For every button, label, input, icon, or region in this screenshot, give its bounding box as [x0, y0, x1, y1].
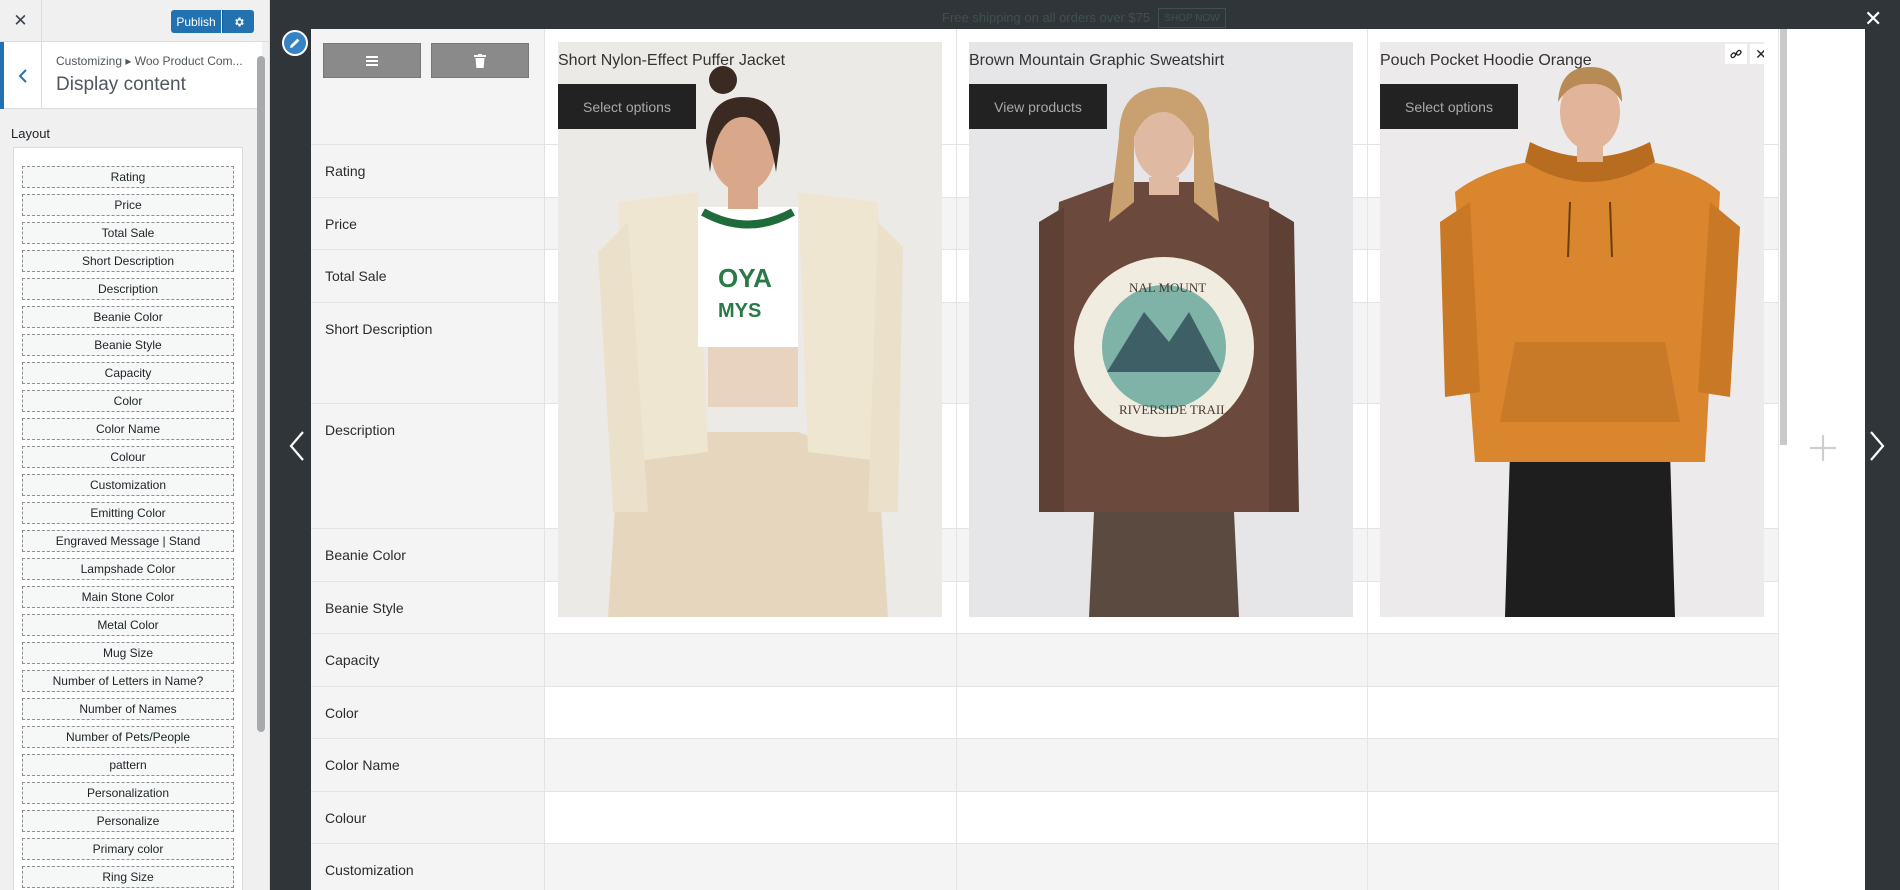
- product-card: OYA MYS Short Nylon-Effect Puffer Jacket…: [558, 42, 942, 617]
- pencil-icon: [290, 38, 300, 48]
- section-header: Customizing ▸ Woo Product Com... Display…: [0, 42, 262, 109]
- add-product-button[interactable]: [1808, 433, 1838, 468]
- gear-icon: [234, 17, 244, 26]
- previous-product-button[interactable]: [288, 430, 306, 467]
- row-background: [545, 844, 1779, 890]
- select-options-button[interactable]: Select options: [1380, 84, 1518, 129]
- row-label: Colour: [325, 810, 367, 826]
- layout-item[interactable]: Number of Names: [22, 698, 234, 720]
- layout-item[interactable]: Total Sale: [22, 222, 234, 244]
- row-background: [545, 739, 1779, 791]
- trash-icon: [474, 53, 486, 68]
- row-label: Price: [325, 216, 357, 232]
- row-label: Rating: [325, 163, 366, 179]
- product-card: Pouch Pocket Hoodie Orange Select option…: [1380, 42, 1764, 617]
- layout-item[interactable]: Personalize: [22, 810, 234, 832]
- layout-item[interactable]: Color: [22, 390, 234, 412]
- layout-item[interactable]: Beanie Style: [22, 334, 234, 356]
- edit-shortcut-button[interactable]: [282, 30, 308, 56]
- column-divider: [956, 29, 957, 890]
- publish-settings-button[interactable]: [222, 10, 254, 33]
- compare-table: Rating Price Total Sale Short Description De…: [311, 29, 1779, 890]
- chevron-left-icon: [18, 68, 27, 83]
- row-label: Color Name: [325, 757, 400, 773]
- layout-item[interactable]: Lampshade Color: [22, 558, 234, 580]
- layout-item[interactable]: Customization: [22, 474, 234, 496]
- layout-item[interactable]: Engraved Message | Stand: [22, 530, 234, 552]
- layout-item[interactable]: Personalization: [22, 782, 234, 804]
- layout-item[interactable]: Number of Letters in Name?: [22, 670, 234, 692]
- product-name[interactable]: Pouch Pocket Hoodie Orange: [1380, 52, 1592, 70]
- compare-modal: Rating Price Total Sale Short Description De…: [311, 29, 1865, 890]
- column-divider: [1778, 29, 1779, 890]
- close-icon: ✕: [1864, 6, 1883, 31]
- customizer-header: ✕ Publish: [0, 0, 269, 42]
- layout-item[interactable]: Rating: [22, 166, 234, 188]
- menu-icon: [366, 55, 378, 66]
- layout-item[interactable]: Mug Size: [22, 642, 234, 664]
- chevron-left-icon: [289, 431, 304, 461]
- layout-item[interactable]: Primary color: [22, 838, 234, 860]
- layout-item[interactable]: Main Stone Color: [22, 586, 234, 608]
- layout-item[interactable]: Emitting Color: [22, 502, 234, 524]
- svg-text:OYA: OYA: [718, 263, 772, 293]
- layout-item[interactable]: Beanie Color: [22, 306, 234, 328]
- layout-item[interactable]: pattern: [22, 754, 234, 776]
- product-card: NAL MOUNT RIVERSIDE TRAIL Brown Mountain…: [969, 42, 1353, 617]
- row-label: Total Sale: [325, 268, 387, 284]
- compare-scrollbar[interactable]: [1780, 29, 1787, 445]
- row-label: Capacity: [325, 652, 380, 668]
- row-label: Description: [325, 422, 396, 438]
- publish-button[interactable]: Publish: [171, 10, 221, 33]
- svg-text:RIVERSIDE TRAIL: RIVERSIDE TRAIL: [1119, 402, 1228, 417]
- product-name[interactable]: Short Nylon-Effect Puffer Jacket: [558, 52, 785, 70]
- close-icon: ✕: [13, 11, 28, 30]
- row-divider: [311, 686, 1779, 687]
- row-label: Beanie Color: [325, 547, 406, 563]
- product-link-button[interactable]: [1725, 44, 1747, 64]
- row-background: [545, 634, 1779, 686]
- delete-button[interactable]: [431, 43, 529, 78]
- layout-item[interactable]: Description: [22, 278, 234, 300]
- chevron-right-icon: [1870, 431, 1885, 461]
- layout-item[interactable]: Ring Size: [22, 866, 234, 888]
- back-button[interactable]: [0, 42, 42, 109]
- announcement-text: Free shipping on all orders over $75: [942, 10, 1151, 25]
- layout-item[interactable]: Metal Color: [22, 614, 234, 636]
- svg-text:NAL MOUNT: NAL MOUNT: [1129, 280, 1206, 295]
- close-compare-button[interactable]: ✕: [1864, 6, 1882, 32]
- layout-item[interactable]: Number of Pets/People: [22, 726, 234, 748]
- row-label: Customization: [325, 862, 414, 878]
- layout-item[interactable]: Colour: [22, 446, 234, 468]
- row-label: Short Description: [325, 321, 433, 337]
- layout-label: Layout: [11, 126, 51, 141]
- row-divider: [311, 791, 1779, 792]
- layout-item[interactable]: Price: [22, 194, 234, 216]
- close-customizer-button[interactable]: ✕: [0, 0, 42, 42]
- select-options-button[interactable]: Select options: [558, 84, 696, 129]
- next-product-button[interactable]: [1868, 430, 1886, 467]
- link-icon: [1730, 49, 1742, 59]
- customizer-sidebar: ✕ Publish Customizing ▸ Woo Product Com.…: [0, 0, 270, 890]
- layout-item[interactable]: Color Name: [22, 418, 234, 440]
- close-icon: ✕: [1755, 45, 1764, 62]
- view-products-button[interactable]: View products: [969, 84, 1107, 129]
- shop-now-button[interactable]: SHOP NOW: [1158, 8, 1226, 28]
- sidebar-scrollbar[interactable]: [257, 56, 265, 732]
- layout-item[interactable]: Short Description: [22, 250, 234, 272]
- section-title: Display content: [56, 74, 186, 95]
- menu-button[interactable]: [323, 43, 421, 78]
- layout-item[interactable]: Capacity: [22, 362, 234, 384]
- plus-icon: [1810, 435, 1836, 461]
- svg-text:MYS: MYS: [718, 300, 761, 322]
- remove-product-button[interactable]: ✕: [1750, 44, 1764, 64]
- layout-sortable-list: Rating Price Total Sale Short Description De…: [13, 147, 243, 890]
- column-divider: [1367, 29, 1368, 890]
- site-preview: Free shipping on all orders over $75 SHO…: [270, 0, 1900, 890]
- row-label: Color: [325, 705, 359, 721]
- breadcrumb: Customizing ▸ Woo Product Com...: [56, 54, 243, 68]
- row-label: Beanie Style: [325, 600, 404, 616]
- product-name[interactable]: Brown Mountain Graphic Sweatshirt: [969, 52, 1224, 70]
- layout-items: Rating Price Total Sale Short Description De…: [22, 166, 234, 890]
